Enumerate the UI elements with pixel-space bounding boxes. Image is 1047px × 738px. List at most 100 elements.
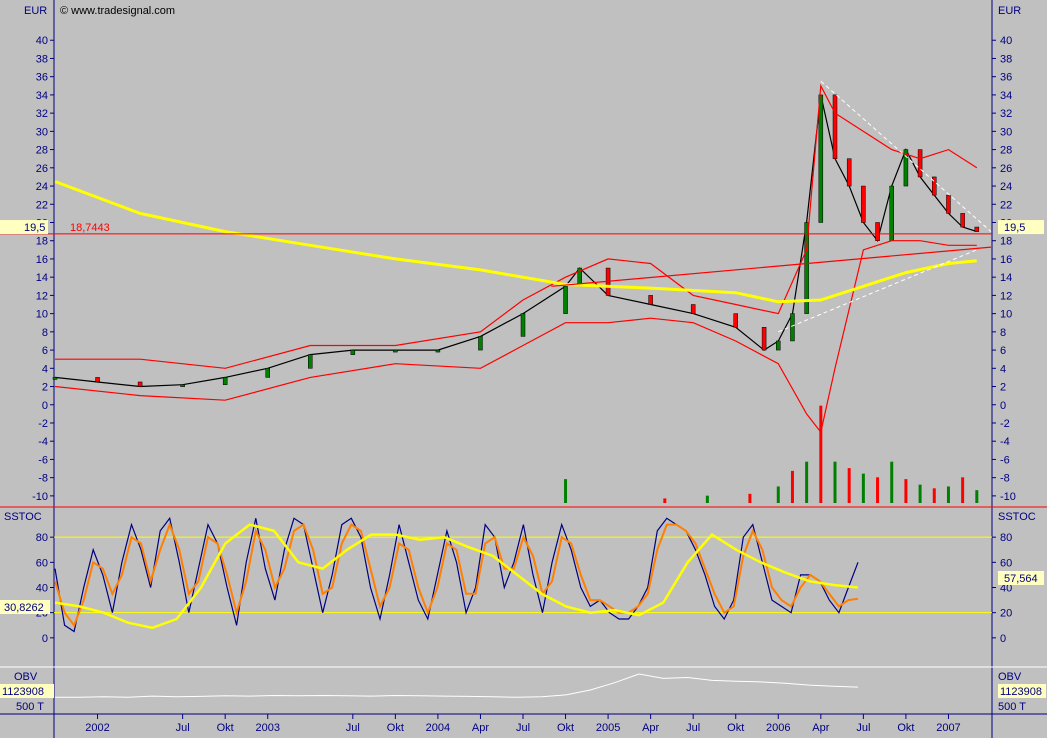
- price-tick-label-left: 12: [36, 290, 48, 302]
- series-trendline-long: [551, 247, 991, 286]
- price-candle: [918, 150, 922, 177]
- price-tick-label-right: -2: [1000, 418, 1010, 430]
- price-tick-label-left: 6: [42, 345, 48, 357]
- volume-bar: [848, 468, 851, 503]
- price-candle: [96, 377, 100, 382]
- stoch-value-right: 57,564: [1004, 573, 1038, 585]
- price-tick-label-right: -10: [1000, 491, 1016, 503]
- x-tick-label: Okt: [387, 722, 404, 734]
- price-candle: [478, 336, 482, 350]
- price-tick-label-right: -4: [1000, 436, 1010, 448]
- stoch-tick-label-right: 80: [1000, 532, 1012, 544]
- price-tick-label-left: 8: [42, 327, 48, 339]
- watermark: © www.tradesignal.com: [60, 5, 175, 17]
- x-tick-label: 2003: [255, 722, 279, 734]
- x-tick-label: Jul: [856, 722, 870, 734]
- volume-bar: [819, 406, 822, 503]
- x-tick-label: Apr: [472, 722, 489, 734]
- price-tick-label-left: 14: [36, 272, 48, 284]
- volume-bar: [663, 498, 666, 503]
- price-tick-label-left: 16: [36, 254, 48, 266]
- price-plot: [53, 81, 991, 432]
- price-tick-label-right: 14: [1000, 272, 1012, 284]
- price-tick-label-left: 30: [36, 126, 48, 138]
- series-trendline-down: [821, 81, 991, 231]
- price-tick-label-left: 28: [36, 145, 48, 157]
- volume-bar: [805, 462, 808, 503]
- current-price-label-left: 19,5: [24, 222, 45, 234]
- obv-unit-right: 500 T: [998, 701, 1026, 713]
- x-tick-label: Jul: [346, 722, 360, 734]
- x-tick-label: Okt: [727, 722, 744, 734]
- price-candle: [181, 385, 185, 387]
- volume-bar: [791, 471, 794, 503]
- price-candle: [762, 327, 766, 350]
- stoch-title-left: SSTOC: [4, 511, 42, 523]
- current-price-label-right: 19,5: [1004, 222, 1025, 234]
- price-tick-label-left: 32: [36, 108, 48, 120]
- price-candle: [776, 341, 780, 350]
- volume-bar: [748, 494, 751, 503]
- stoch-plot: [55, 518, 858, 631]
- x-tick-label: 2007: [936, 722, 960, 734]
- price-tick-label-left: 18: [36, 236, 48, 248]
- price-tick-label-right: 36: [1000, 72, 1012, 84]
- x-tick-label: 2005: [596, 722, 620, 734]
- price-tick-label-left: 24: [36, 181, 48, 193]
- price-candle: [521, 314, 525, 337]
- price-candle: [53, 377, 57, 379]
- price-candle: [393, 350, 397, 352]
- series-bollinger-upper: [55, 86, 977, 369]
- price-candle: [975, 227, 979, 232]
- volume-bar: [862, 474, 865, 503]
- volume-bar: [876, 477, 879, 503]
- price-candle: [564, 286, 568, 313]
- volume-bar: [777, 486, 780, 503]
- price-tick-label-left: -10: [32, 491, 48, 503]
- x-tick-label: Jul: [686, 722, 700, 734]
- price-candle: [946, 195, 950, 213]
- stoch-tick-label-left: 40: [36, 583, 48, 595]
- obv-plot: [55, 674, 858, 697]
- stoch-series-fast-k: [55, 518, 858, 631]
- obv-value-right: 1123908: [1000, 686, 1042, 698]
- x-tick-label: 2002: [85, 722, 109, 734]
- price-candle: [351, 350, 355, 355]
- stoch-y-axis: 002020404060608080: [36, 532, 1013, 645]
- obv-unit-left: 500 T: [16, 701, 44, 713]
- stoch-title-right: SSTOC: [998, 511, 1036, 523]
- price-tick-label-right: 10: [1000, 309, 1012, 321]
- obv-title-right: OBV: [998, 671, 1022, 683]
- price-candle: [861, 186, 865, 222]
- price-tick-label-left: -8: [38, 473, 48, 485]
- price-tick-label-right: 22: [1000, 199, 1012, 211]
- stoch-tick-label-left: 60: [36, 557, 48, 569]
- price-tick-label-right: 34: [1000, 90, 1012, 102]
- volume-bar: [904, 479, 907, 503]
- price-tick-label-right: -8: [1000, 473, 1010, 485]
- price-tick-label-left: -6: [38, 454, 48, 466]
- x-tick-label: Okt: [217, 722, 234, 734]
- price-candle: [223, 377, 227, 384]
- price-tick-label-left: 34: [36, 90, 48, 102]
- stoch-tick-label-left: 80: [36, 532, 48, 544]
- price-tick-label-right: 40: [1000, 35, 1012, 47]
- price-candle: [734, 314, 738, 328]
- price-tick-label-right: 26: [1000, 163, 1012, 175]
- volume-bar: [947, 486, 950, 503]
- price-tick-label-right: 24: [1000, 181, 1012, 193]
- volume-plot: [564, 406, 978, 503]
- obv-value-left: 1123908: [2, 686, 44, 698]
- x-tick-label: Jul: [516, 722, 530, 734]
- series-bollinger-lower: [55, 241, 977, 432]
- level-label: 18,7443: [70, 222, 110, 234]
- price-tick-label-left: 4: [42, 363, 48, 375]
- price-candle: [691, 305, 695, 314]
- volume-bar: [961, 477, 964, 503]
- chart: © www.tradesignal.com EUR EUR -10-10-8-8…: [0, 0, 1047, 738]
- price-tick-label-left: 10: [36, 309, 48, 321]
- price-tick-label-right: 0: [1000, 400, 1006, 412]
- price-candle: [266, 368, 270, 377]
- stoch-value-left: 30,8262: [4, 602, 44, 614]
- x-tick-label: Okt: [897, 722, 914, 734]
